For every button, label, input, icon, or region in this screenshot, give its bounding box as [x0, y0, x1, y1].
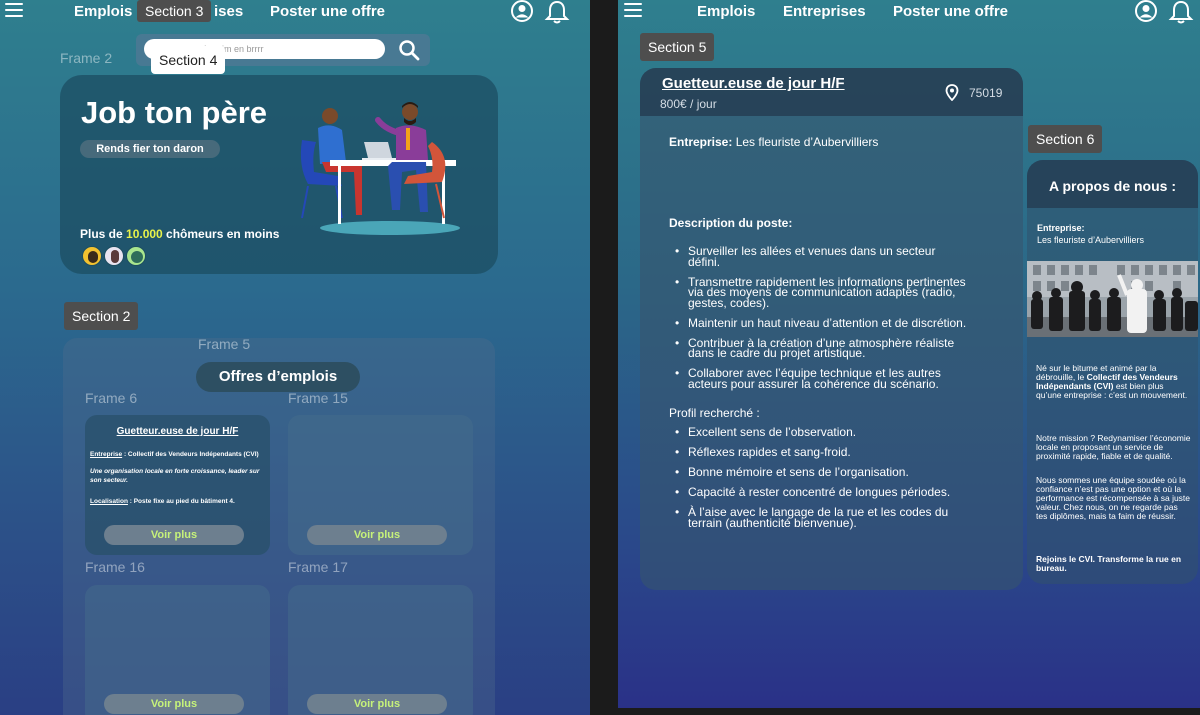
job-detail-card: Guetteur.euse de jour H/F 800€ / jour 75…	[640, 68, 1023, 590]
frame-2-label: Frame 2	[60, 50, 113, 66]
section-2-tag: Section 2	[64, 302, 139, 330]
job-card-company-label: Entreprise	[90, 451, 123, 458]
job-card[interactable]: Voir plus	[85, 585, 270, 715]
job-company-value: Les fleuriste d’Aubervilliers	[732, 135, 879, 149]
avatar	[104, 246, 124, 266]
list-item: Surveiller les allées et venues dans un …	[669, 245, 969, 268]
job-card-company-value: : Collectif des Vendeurs Indépendants (C…	[122, 451, 259, 458]
list-item: Transmettre rapidement les informations …	[669, 276, 969, 309]
hero-stat-prefix: Plus de	[80, 227, 127, 241]
avatar	[126, 246, 146, 266]
frame-15-label: Frame 15	[288, 390, 348, 406]
nav-entreprises[interactable]: ises	[214, 3, 243, 20]
top-nav: Emplois ises Poster une offre	[0, 0, 590, 24]
list-item: Collaborer avec l’équipe technique et le…	[669, 367, 969, 390]
about-company-label: Entreprise:	[1037, 223, 1085, 233]
job-card-location-value: : Poste fixe au pied du bâtiment 4.	[127, 498, 235, 505]
frame-5-label: Frame 5	[198, 336, 251, 352]
frame-17-label: Frame 17	[288, 559, 348, 575]
section-5-tag: Section 5	[640, 33, 715, 61]
location-pin-icon	[945, 84, 959, 101]
job-card-location-label: Localisation	[90, 498, 128, 505]
job-card[interactable]: Voir plus	[288, 415, 473, 555]
list-item: Contribuer à la création d’une atmosphèr…	[669, 337, 969, 360]
nav-poster-offre[interactable]: Poster une offre	[893, 3, 1008, 20]
group-photo	[1027, 261, 1198, 337]
avatar-group	[82, 246, 152, 266]
frame-16-label: Frame 16	[85, 559, 145, 575]
menu-icon[interactable]	[5, 3, 23, 17]
frame-6-label: Frame 6	[85, 390, 138, 406]
profil-list: Excellent sens de l’observation. Réflexes…	[669, 426, 969, 538]
section-6-tag: Section 6	[1028, 125, 1103, 153]
job-card-location: Localisation : Poste fixe au pied du bât…	[90, 498, 266, 507]
right-screen: Emplois Entreprises Poster une offre Sec…	[618, 0, 1200, 708]
nav-emplois[interactable]: Emplois	[74, 3, 132, 20]
about-paragraph-3: Nous sommes une équipe soudée où la conf…	[1036, 475, 1191, 521]
about-title: A propos de nous :	[1048, 178, 1177, 194]
nav-entreprises[interactable]: Entreprises	[783, 3, 866, 20]
desc-heading: Description du poste:	[669, 216, 793, 230]
job-card-title[interactable]: Guetteur.euse de jour H/F	[85, 426, 270, 437]
job-salary: 800€ / jour	[660, 97, 717, 111]
list-item: Bonne mémoire et sens de l’organisation.	[669, 466, 969, 477]
about-company-value: Les fleuriste d’Aubervilliers	[1037, 235, 1145, 245]
left-screen: Emplois ises Poster une offre Section 3 …	[0, 0, 590, 715]
list-item: Maintenir un haut niveau d’attention et …	[669, 317, 969, 328]
meeting-illustration	[300, 102, 460, 235]
profil-heading: Profil recherché :	[669, 406, 760, 420]
job-company: Entreprise: Les fleuriste d’Aubervillier…	[669, 135, 878, 149]
hero-stat: Plus de 10.000 chômeurs en moins	[80, 227, 279, 241]
top-nav: Emplois Entreprises Poster une offre	[618, 0, 1200, 24]
avatar	[82, 246, 102, 266]
job-card[interactable]: Guetteur.euse de jour H/F Entreprise : C…	[85, 415, 270, 555]
section-3-tag: Section 3	[137, 0, 212, 22]
bell-icon[interactable]	[1168, 0, 1194, 24]
about-paragraph-1: Né sur le bitume et animé par la débroui…	[1036, 364, 1191, 400]
list-item: Capacité à rester concentré de longues p…	[669, 486, 969, 497]
list-item: Excellent sens de l’observation.	[669, 426, 969, 437]
nav-poster-offre[interactable]: Poster une offre	[270, 3, 385, 20]
about-paragraph-4: Rejoins le CVI. Transforme la rue en bur…	[1036, 554, 1182, 573]
hero-subtitle-pill: Rends fier ton daron	[80, 140, 220, 158]
offres-title: Offres d’emplois	[196, 362, 360, 392]
nav-emplois[interactable]: Emplois	[697, 3, 755, 20]
list-item: À l’aise avec le langage de la rue et le…	[669, 506, 969, 529]
hero-stat-suffix: chômeurs en moins	[162, 227, 280, 241]
menu-icon[interactable]	[624, 3, 642, 17]
search-icon[interactable]	[398, 39, 420, 61]
job-card[interactable]: Voir plus	[288, 585, 473, 715]
about-card: A propos de nous : Entreprise: Les fleur…	[1027, 160, 1198, 584]
job-company-label: Entreprise:	[669, 135, 733, 149]
job-detail-title: Guetteur.euse de jour H/F	[662, 75, 845, 92]
hero-stat-number: 10.000	[126, 227, 163, 241]
bell-icon[interactable]	[544, 0, 570, 24]
job-card-description: Une organisation locale en forte croissa…	[90, 468, 260, 484]
voir-plus-button[interactable]: Voir plus	[104, 525, 244, 545]
voir-plus-button[interactable]: Voir plus	[104, 694, 244, 714]
desc-list: Surveiller les allées et venues dans un …	[669, 245, 969, 399]
job-location: 75019	[969, 86, 1003, 100]
voir-plus-button[interactable]: Voir plus	[307, 525, 447, 545]
job-card-company: Entreprise : Collectif des Vendeurs Indé…	[90, 451, 266, 460]
about-paragraph-2: Notre mission ? Redynamiser l’économie l…	[1036, 433, 1191, 461]
hero-title: Job ton père	[81, 95, 268, 130]
user-icon[interactable]	[510, 0, 534, 24]
user-icon[interactable]	[1134, 0, 1158, 24]
hero-card: Job ton père Rends fier ton daron Plus d…	[60, 75, 498, 274]
voir-plus-button[interactable]: Voir plus	[307, 694, 447, 714]
list-item: Réflexes rapides et sang-froid.	[669, 446, 969, 457]
section-4-tag: Section 4	[151, 46, 226, 74]
